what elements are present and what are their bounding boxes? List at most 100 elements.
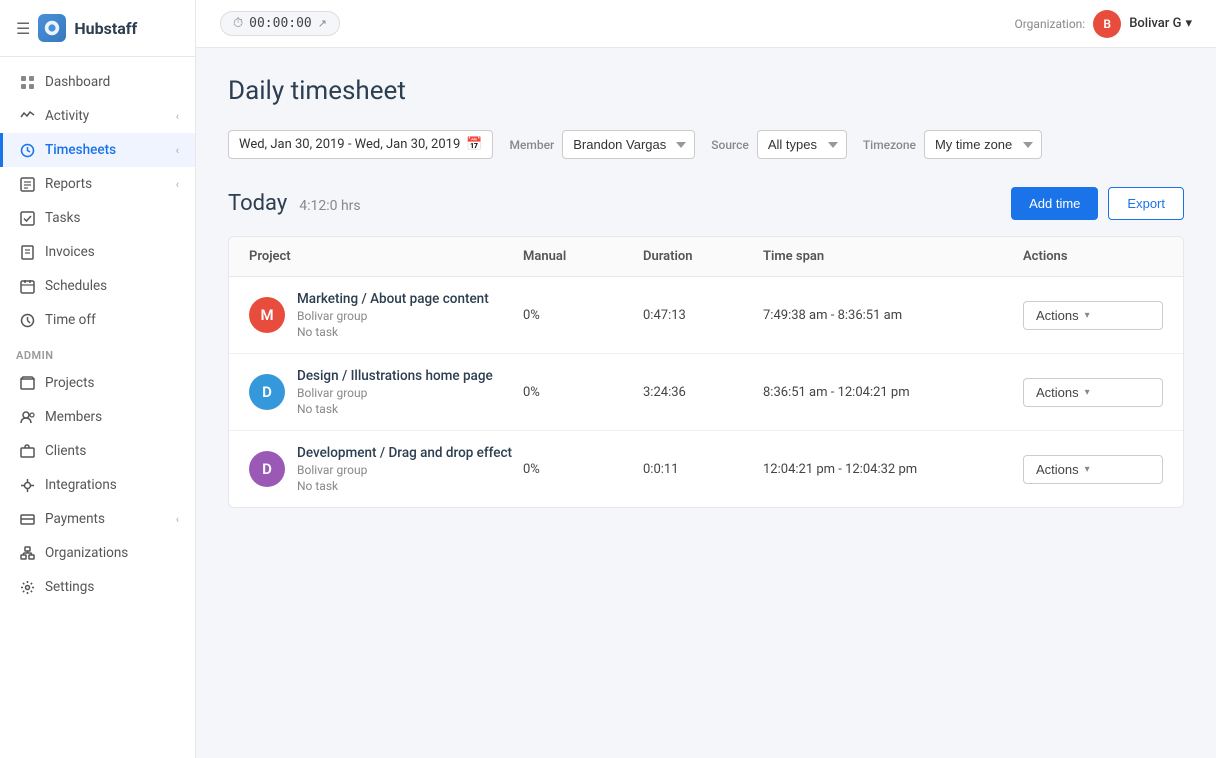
user-avatar-initials: B	[1103, 17, 1111, 31]
main-content: ⏱ 00:00:00 ↗ Organization: B Bolivar G ▾…	[196, 0, 1216, 758]
source-filter-label: Source	[711, 138, 749, 152]
actions-chevron-icon-2: ▾	[1085, 464, 1090, 475]
section-title-group: Today 4:12:0 hrs	[228, 191, 361, 216]
tasks-icon	[19, 210, 35, 226]
app-container: ☰ Hubstaff Dashboard Activity	[0, 0, 1216, 758]
project-name-0: Marketing / About page content	[297, 291, 489, 307]
sidebar-item-clients[interactable]: Clients	[0, 434, 195, 468]
sidebar-item-organizations-label: Organizations	[45, 545, 128, 561]
add-time-button[interactable]: Add time	[1011, 187, 1098, 220]
topbar: ⏱ 00:00:00 ↗ Organization: B Bolivar G ▾	[196, 0, 1216, 48]
sidebar-item-invoices[interactable]: Invoices	[0, 235, 195, 269]
reports-chevron-icon: ‹	[176, 178, 179, 191]
project-task-0: No task	[297, 325, 489, 339]
project-cell-1: D Design / Illustrations home page Boliv…	[249, 368, 523, 416]
manual-0: 0%	[523, 308, 643, 323]
actions-button-2[interactable]: Actions ▾	[1023, 455, 1163, 484]
sidebar-item-schedules[interactable]: Schedules	[0, 269, 195, 303]
sidebar-item-timesheets-label: Timesheets	[45, 142, 116, 158]
hamburger-menu[interactable]: ☰	[16, 19, 30, 38]
export-button[interactable]: Export	[1108, 187, 1184, 220]
activity-chevron-icon: ‹	[176, 110, 179, 123]
logo-icon	[38, 14, 66, 42]
sidebar-item-reports[interactable]: Reports ‹	[0, 167, 195, 201]
time-off-icon	[19, 312, 35, 328]
project-name-1: Design / Illustrations home page	[297, 368, 493, 384]
sidebar-item-integrations[interactable]: Integrations	[0, 468, 195, 502]
col-header-timespan: Time span	[763, 249, 1023, 264]
project-group-2: Bolivar group	[297, 463, 512, 477]
sidebar-item-projects-label: Projects	[45, 375, 95, 391]
timezone-filter-group: Timezone My time zone	[863, 130, 1042, 159]
col-header-project: Project	[249, 249, 523, 264]
member-filter-group: Member Brandon Vargas	[509, 130, 695, 159]
invoices-icon	[19, 244, 35, 260]
timespan-2: 12:04:21 pm - 12:04:32 pm	[763, 462, 1023, 477]
col-header-manual: Manual	[523, 249, 643, 264]
user-name-dropdown[interactable]: Bolivar G ▾	[1129, 16, 1192, 31]
sidebar-item-tasks-label: Tasks	[45, 210, 80, 226]
topbar-right: Organization: B Bolivar G ▾	[1014, 10, 1192, 38]
member-filter-label: Member	[509, 138, 554, 152]
sidebar-item-time-off-label: Time off	[45, 312, 96, 328]
timezone-filter-label: Timezone	[863, 138, 916, 152]
activity-icon	[19, 108, 35, 124]
sidebar-item-settings-label: Settings	[45, 579, 94, 595]
dashboard-icon	[19, 74, 35, 90]
reports-icon	[19, 176, 35, 192]
date-range-picker[interactable]: Wed, Jan 30, 2019 - Wed, Jan 30, 2019 📅	[228, 130, 493, 159]
sidebar-item-timesheets[interactable]: Timesheets ‹	[0, 133, 195, 167]
user-chevron-icon: ▾	[1185, 16, 1192, 31]
sidebar-item-payments[interactable]: Payments ‹	[0, 502, 195, 536]
sidebar-item-activity[interactable]: Activity ‹	[0, 99, 195, 133]
actions-button-1[interactable]: Actions ▾	[1023, 378, 1163, 407]
section-actions: Add time Export	[1011, 187, 1184, 220]
timespan-1: 8:36:51 am - 12:04:21 pm	[763, 385, 1023, 400]
timer-widget[interactable]: ⏱ 00:00:00 ↗	[220, 11, 340, 36]
sidebar-item-projects[interactable]: Projects	[0, 366, 195, 400]
project-cell-2: D Development / Drag and drop effect Bol…	[249, 445, 523, 493]
timesheets-icon	[19, 142, 35, 158]
table-header: Project Manual Duration Time span Action…	[229, 237, 1183, 277]
projects-icon	[19, 375, 35, 391]
project-cell-0: M Marketing / About page content Bolivar…	[249, 291, 523, 339]
project-task-1: No task	[297, 402, 493, 416]
avatar-2: D	[249, 451, 285, 487]
payments-chevron-icon: ‹	[176, 513, 179, 526]
calendar-icon: 📅	[466, 137, 482, 152]
org-label: Organization:	[1014, 17, 1085, 31]
project-group-1: Bolivar group	[297, 386, 493, 400]
project-info-1: Design / Illustrations home page Bolivar…	[297, 368, 493, 416]
col-header-actions: Actions	[1023, 249, 1163, 264]
sidebar-item-dashboard[interactable]: Dashboard	[0, 65, 195, 99]
timer-expand-icon: ↗	[318, 17, 327, 30]
duration-2: 0:0:11	[643, 462, 763, 477]
timezone-filter-select[interactable]: My time zone	[924, 130, 1042, 159]
sidebar-item-settings[interactable]: Settings	[0, 570, 195, 604]
sidebar-item-organizations[interactable]: Organizations	[0, 536, 195, 570]
timer-icon: ⏱	[233, 16, 243, 31]
sidebar-item-members[interactable]: Members	[0, 400, 195, 434]
source-filter-group: Source All types	[711, 130, 847, 159]
actions-button-0[interactable]: Actions ▾	[1023, 301, 1163, 330]
sidebar-item-schedules-label: Schedules	[45, 278, 107, 294]
col-header-duration: Duration	[643, 249, 763, 264]
sidebar-item-activity-label: Activity	[45, 108, 89, 124]
organizations-icon	[19, 545, 35, 561]
sidebar-item-clients-label: Clients	[45, 443, 86, 459]
sidebar-item-integrations-label: Integrations	[45, 477, 117, 493]
sidebar-item-time-off[interactable]: Time off	[0, 303, 195, 337]
member-filter-select[interactable]: Brandon Vargas	[562, 130, 695, 159]
project-task-2: No task	[297, 479, 512, 493]
filters-row: Wed, Jan 30, 2019 - Wed, Jan 30, 2019 📅 …	[228, 130, 1184, 159]
timer-display: 00:00:00	[249, 16, 312, 31]
members-icon	[19, 409, 35, 425]
section-title: Today	[228, 191, 287, 216]
project-info-2: Development / Drag and drop effect Boliv…	[297, 445, 512, 493]
sidebar-item-invoices-label: Invoices	[45, 244, 95, 260]
schedules-icon	[19, 278, 35, 294]
page-content: Daily timesheet Wed, Jan 30, 2019 - Wed,…	[196, 48, 1216, 758]
source-filter-select[interactable]: All types	[757, 130, 847, 159]
sidebar-item-tasks[interactable]: Tasks	[0, 201, 195, 235]
sidebar-header: ☰ Hubstaff	[0, 0, 195, 57]
